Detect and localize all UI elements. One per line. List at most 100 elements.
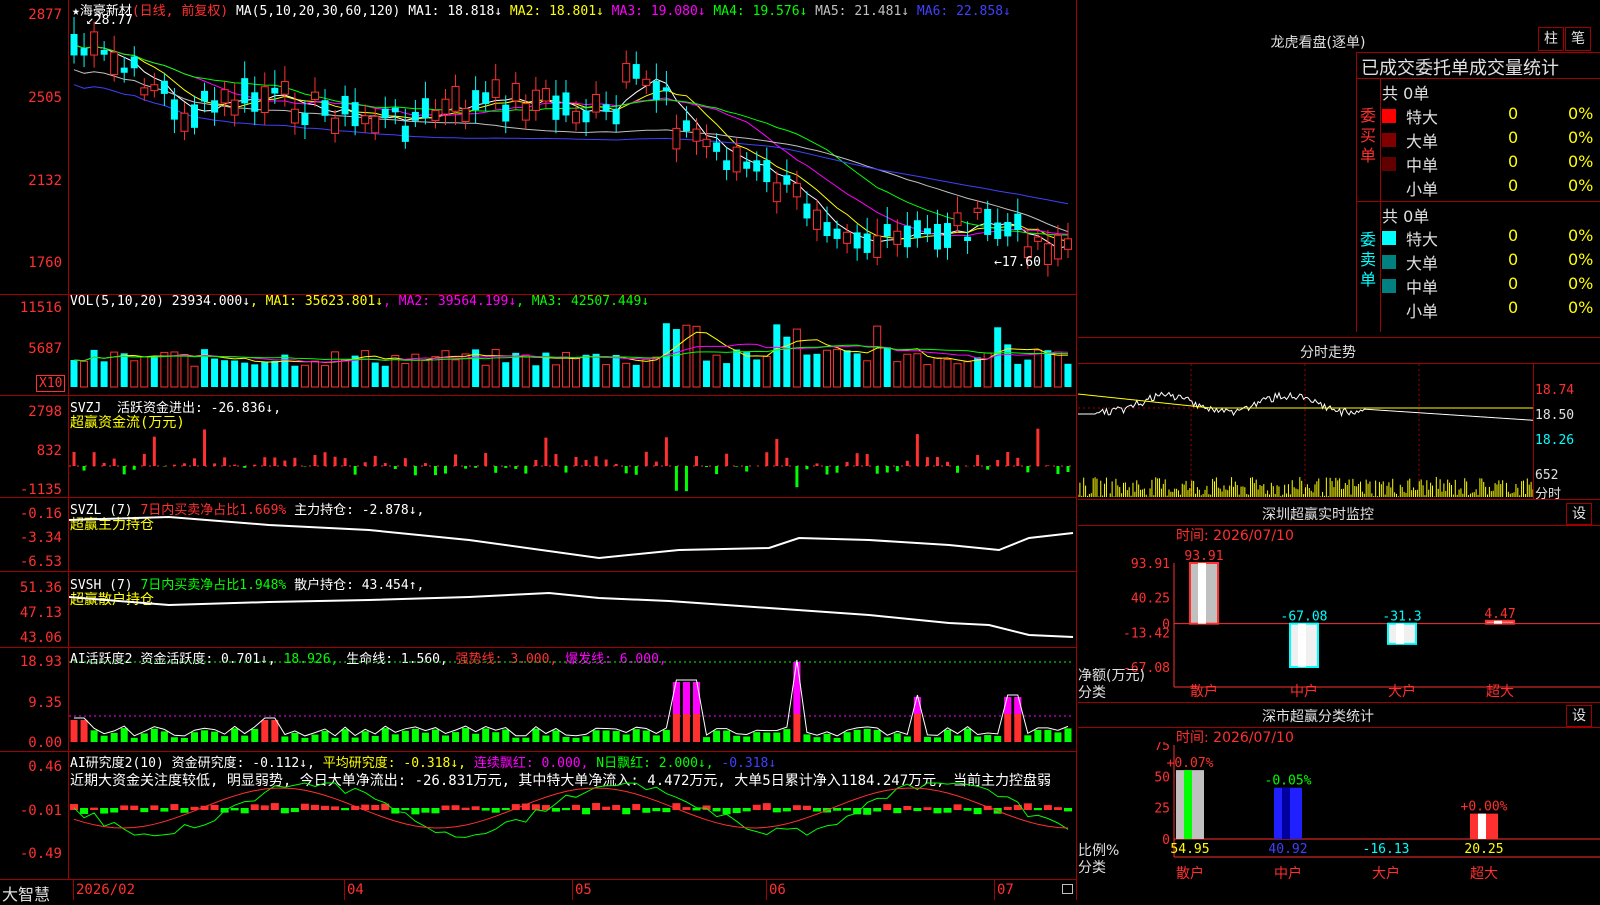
y-tick: 18.93 — [19, 654, 62, 670]
divider — [1356, 78, 1600, 79]
order-percent: 0% — [1568, 274, 1594, 293]
y-tick: 43.06 — [19, 630, 62, 646]
divider — [1078, 702, 1600, 703]
time-label: 05 — [575, 882, 592, 898]
svzj-chart[interactable] — [69, 398, 1076, 497]
right-panels: 龙虎看盘(逐单) 柱 笔 已成交委托单成交量统计 委买单 共 0单 特大 0 0% 大… — [1078, 0, 1600, 900]
tick-mode-button[interactable]: 笔 — [1565, 27, 1591, 51]
order-percent: 0% — [1568, 226, 1594, 245]
high-price-label: ↙28.77 — [86, 13, 133, 28]
order-type-label: 小单 — [1406, 302, 1439, 321]
category-label: 中户 — [1290, 683, 1318, 700]
color-swatch — [1382, 181, 1396, 195]
bar-value-label: -16.13 — [1363, 842, 1410, 857]
intraday-chart[interactable] — [1078, 364, 1533, 499]
sz-class-chart[interactable]: 75 50 25 0 +0.07% 54.95 散户 -0.05% 40.92 中户 -16.13 大… — [1078, 742, 1600, 900]
time-tick — [344, 880, 345, 900]
chart-area[interactable]: ★海豪新材(日线, 前复权) MA(5,10,20,30,60,120) MA1… — [0, 0, 1077, 904]
axis-tick: 40.25 — [1131, 592, 1170, 607]
change-label: +0.07% — [1167, 756, 1214, 771]
order-type-label: 中单 — [1406, 278, 1439, 297]
divider — [1078, 499, 1600, 500]
change-label: +0.00% — [1461, 800, 1508, 815]
order-type-label: 小单 — [1406, 180, 1439, 199]
time-tick — [994, 880, 995, 900]
color-swatch — [1382, 109, 1396, 123]
time-label: 07 — [997, 882, 1014, 898]
order-percent: 0% — [1568, 250, 1594, 269]
y-tick: 5687 — [28, 341, 62, 357]
brand-logo: 大智慧 — [2, 885, 51, 904]
y-tick: 832 — [36, 443, 62, 459]
ai-active-chart[interactable] — [69, 650, 1076, 751]
order-percent: 0% — [1568, 176, 1594, 195]
vol-unit-badge: X10 — [36, 375, 66, 392]
axis-tick: 93.91 — [1131, 557, 1170, 572]
order-percent: 0% — [1568, 128, 1594, 147]
divider — [1356, 52, 1357, 332]
y-tick: 9.35 — [28, 695, 62, 711]
change-label: -0.05% — [1265, 774, 1312, 789]
time-label: 2026/02 — [76, 882, 136, 898]
y-tick: 2132 — [28, 173, 62, 189]
color-swatch — [1382, 255, 1396, 269]
y-tick: 2798 — [28, 404, 62, 420]
intraday-title: 分时走势 — [1300, 345, 1356, 361]
divider — [1380, 78, 1381, 332]
y-tick: -0.01 — [19, 803, 62, 819]
divider — [1078, 525, 1600, 526]
bar-value-label: 40.92 — [1268, 842, 1307, 857]
order-count: 0 — [1508, 274, 1519, 293]
svsh-chart[interactable] — [69, 575, 1076, 647]
color-swatch — [1382, 303, 1396, 317]
sell-side-label: 委卖单 — [1360, 230, 1377, 289]
bar-value-label: -31.3 — [1382, 610, 1421, 625]
bar-value-label: 20.25 — [1464, 842, 1503, 857]
axis-tick: 25 — [1154, 802, 1170, 817]
divider — [1533, 363, 1534, 499]
order-percent: 0% — [1568, 104, 1594, 123]
order-type-label: 中单 — [1406, 156, 1439, 175]
ai-research-chart[interactable] — [69, 753, 1076, 879]
color-swatch — [1382, 279, 1396, 293]
category-label: 散户 — [1176, 865, 1204, 882]
axis-tick: -13.42 — [1123, 626, 1170, 641]
order-type-label: 大单 — [1406, 254, 1439, 273]
y-tick: -6.53 — [19, 554, 62, 570]
divider — [1078, 727, 1600, 728]
bar-中户[interactable] — [1289, 622, 1319, 668]
order-count: 0 — [1508, 104, 1519, 123]
y-tick: -0.16 — [19, 506, 62, 522]
svzl-chart[interactable] — [69, 500, 1076, 571]
category-label: 中户 — [1274, 865, 1302, 882]
category-label: 超大 — [1486, 684, 1514, 700]
bar-mode-button[interactable]: 柱 — [1538, 27, 1564, 51]
color-swatch — [1382, 133, 1396, 147]
time-tick — [572, 880, 573, 900]
volume-chart[interactable] — [69, 295, 1076, 395]
bar-散户[interactable] — [1189, 562, 1219, 625]
time-tick — [766, 880, 767, 900]
bar-value-label: 93.91 — [1184, 549, 1223, 564]
axis-tick: 50 — [1154, 770, 1170, 785]
bar-大户[interactable] — [1387, 622, 1417, 645]
low-price-label: ←17.60 — [994, 255, 1041, 270]
y-tick: 1760 — [28, 255, 62, 271]
y-tick: 2505 — [28, 90, 62, 106]
bar-中户[interactable] — [1274, 787, 1302, 839]
sz-monitor-chart[interactable]: 93.9140.250-13.42-67.0893.91散户-67.08中户-3… — [1078, 540, 1600, 700]
order-count: 0 — [1508, 298, 1519, 317]
candlestick-chart[interactable] — [69, 15, 1076, 294]
lock-icon[interactable] — [1062, 884, 1073, 894]
bar-超大[interactable] — [1470, 813, 1498, 839]
sz-monitor-axis-sub: 分类 — [1078, 685, 1106, 701]
category-label: 散户 — [1190, 683, 1218, 700]
sz-class-settings-button[interactable]: 设 — [1566, 705, 1592, 727]
sz-monitor-settings-button[interactable]: 设 — [1566, 503, 1592, 525]
axis-tick: 0 — [1162, 833, 1170, 848]
time-tick — [73, 880, 74, 900]
order-count: 0 — [1508, 128, 1519, 147]
y-tick: -0.49 — [19, 846, 62, 862]
bar-散户[interactable] — [1176, 770, 1204, 839]
order-type-label: 特大 — [1406, 108, 1439, 127]
